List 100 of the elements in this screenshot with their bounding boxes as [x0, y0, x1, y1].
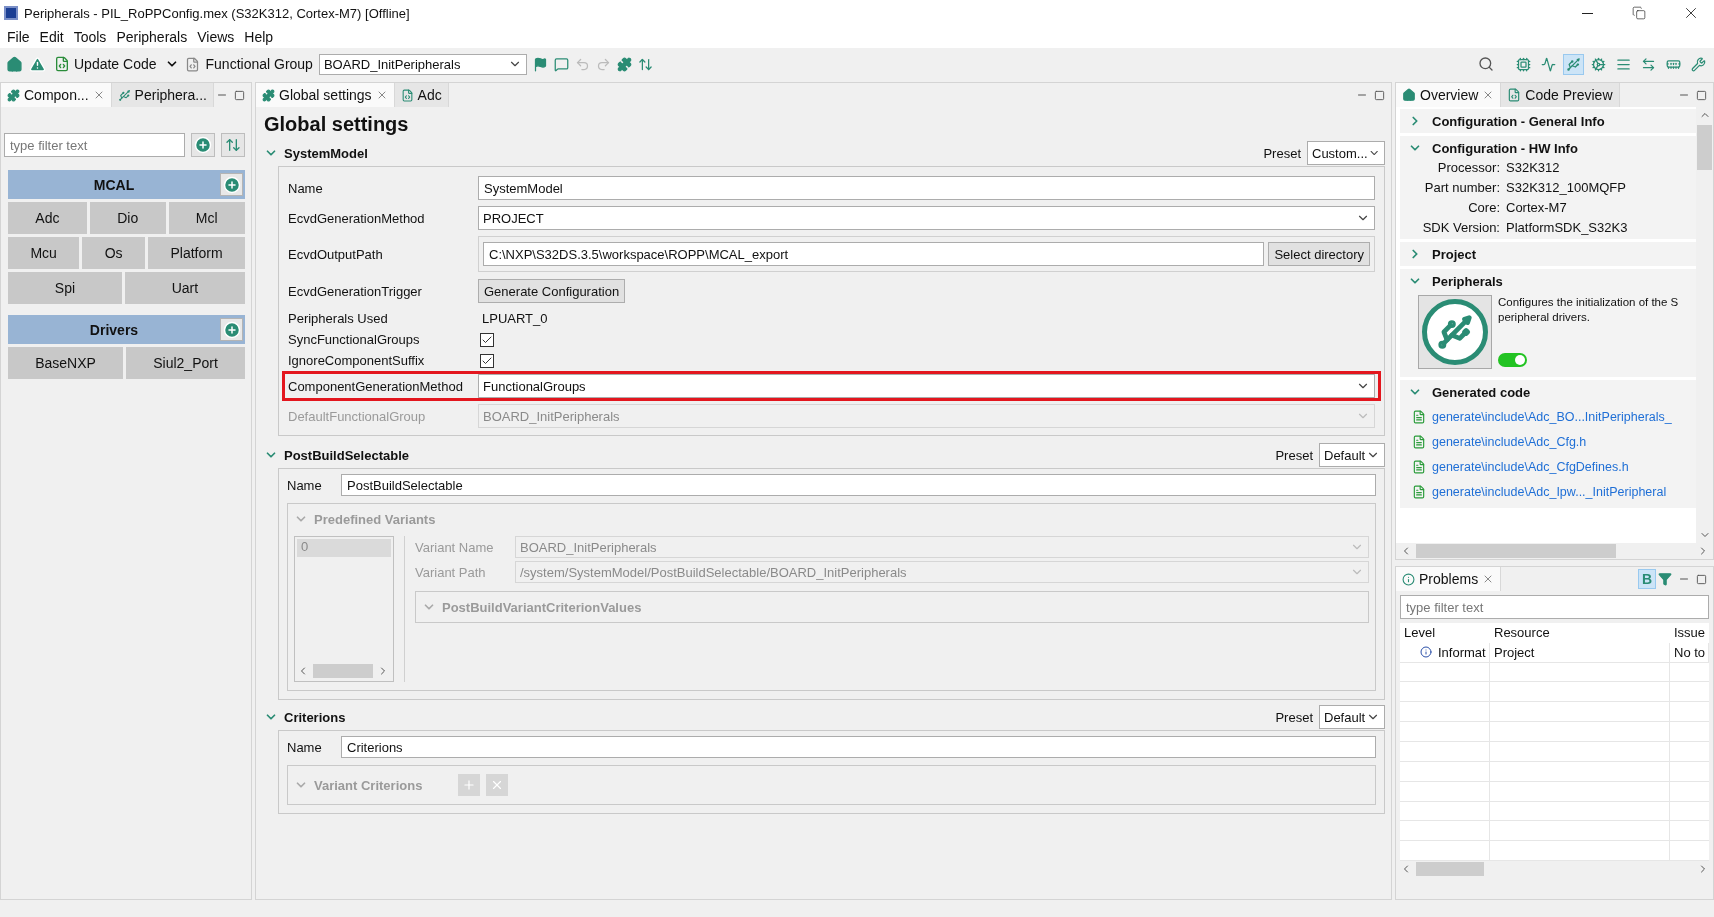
- menu-item[interactable]: Help: [239, 29, 279, 45]
- home-icon: [1402, 88, 1416, 102]
- gears-icon: [1591, 56, 1606, 72]
- path-field[interactable]: C:\NXP\S32DS.3.5\workspace\ROPP\MCAL_export: [483, 242, 1265, 266]
- file-icon: [1412, 409, 1426, 424]
- toolbar-label: Functional Group: [205, 56, 313, 72]
- puzzle-icon: [7, 88, 20, 102]
- component-button[interactable]: Mcl: [168, 202, 245, 234]
- component-button[interactable]: Os: [82, 237, 146, 269]
- add-button[interactable]: [220, 173, 243, 196]
- toggle-switch[interactable]: [1498, 353, 1527, 367]
- component-button[interactable]: Platform: [148, 237, 245, 269]
- maximize-icon[interactable]: [234, 89, 245, 101]
- dropdown[interactable]: Custom...: [1307, 141, 1385, 165]
- code-file-icon: [54, 56, 70, 72]
- panel-tab[interactable]: Periphera...: [111, 83, 214, 107]
- column-header[interactable]: Level: [1400, 623, 1490, 643]
- problems-icon: [1402, 572, 1415, 586]
- info-label: Part number:: [1423, 180, 1500, 195]
- add-button[interactable]: [220, 318, 243, 341]
- checkbox[interactable]: [480, 353, 494, 368]
- panel-tab[interactable]: Global settings: [256, 83, 395, 107]
- plus-icon: [462, 778, 477, 792]
- dropdown[interactable]: Default: [1319, 705, 1385, 729]
- sort-icon: [225, 137, 241, 153]
- panel-tab[interactable]: Compon...: [1, 83, 112, 107]
- field-label: Name: [288, 180, 324, 196]
- scroll-thumb[interactable]: [313, 664, 373, 678]
- component-button[interactable]: Spi: [8, 272, 122, 304]
- text-field[interactable]: SystemModel: [478, 176, 1375, 200]
- filter-field[interactable]: type filter text: [1400, 595, 1709, 619]
- scroll-thumb[interactable]: [1416, 862, 1484, 877]
- maximize-icon[interactable]: [1696, 573, 1707, 585]
- component-button[interactable]: Adc: [8, 202, 87, 234]
- component-button[interactable]: BaseNXP: [8, 347, 124, 379]
- select-directory-button[interactable]: Select directory: [1268, 242, 1370, 266]
- file-link[interactable]: generate\include\Adc_BO...InitPeripherals_: [1432, 409, 1672, 424]
- group-title: Drivers: [88, 321, 140, 338]
- panel-tab[interactable]: Adc: [394, 83, 449, 107]
- component-button[interactable]: Dio: [89, 202, 166, 234]
- field-label: ComponentGenerationMethod: [288, 378, 464, 394]
- warning-icon[interactable]: [29, 55, 46, 73]
- search-icon[interactable]: [1478, 56, 1494, 72]
- sort-icon[interactable]: [637, 56, 653, 72]
- field-label: Variant Name: [415, 539, 495, 555]
- panel-tab[interactable]: Problems: [1396, 567, 1502, 591]
- field-label: SyncFunctionalGroups: [288, 332, 421, 347]
- column-header[interactable]: Issue: [1670, 623, 1709, 643]
- code-file-icon[interactable]: [184, 56, 200, 72]
- section-title: Project: [1432, 246, 1477, 262]
- menu-item[interactable]: Views: [192, 29, 240, 45]
- page-title: Global settings: [264, 113, 410, 136]
- add-button[interactable]: [191, 133, 215, 157]
- scroll-thumb[interactable]: [1416, 544, 1616, 558]
- menu-item[interactable]: Tools: [68, 29, 112, 45]
- code-file-icon: [1507, 88, 1522, 102]
- sort-button[interactable]: [221, 133, 245, 157]
- maximize-icon[interactable]: [1374, 89, 1385, 101]
- text-field[interactable]: Criterions: [341, 736, 1376, 758]
- file-link[interactable]: generate\include\Adc_CfgDefines.h: [1432, 459, 1629, 474]
- dropdown[interactable]: PROJECT: [478, 206, 1375, 230]
- plus-icon: [194, 136, 212, 154]
- info-value: Cortex-M7: [1506, 200, 1568, 215]
- component-button[interactable]: Siul2_Port: [126, 347, 245, 379]
- info-value: PlatformSDK_S32K3: [1506, 220, 1629, 235]
- menu-item[interactable]: File: [2, 29, 35, 45]
- field-label: EcvdOutputPath: [288, 246, 384, 262]
- update-code-button[interactable]: Update Code: [52, 54, 159, 74]
- usb-icon: [117, 88, 131, 102]
- menu-item[interactable]: Peripherals: [111, 29, 193, 45]
- dropdown[interactable]: FunctionalGroups: [478, 374, 1375, 398]
- puzzle-icon: [262, 88, 275, 102]
- file-link[interactable]: generate\include\Adc_Cfg.h: [1432, 434, 1587, 449]
- dropdown[interactable]: Default: [1319, 443, 1385, 467]
- panel-tab[interactable]: Overview: [1396, 83, 1502, 107]
- text-field[interactable]: PostBuildSelectable: [341, 474, 1376, 496]
- puzzle-icon[interactable]: [616, 56, 632, 72]
- checkbox[interactable]: [480, 332, 494, 347]
- generate-button[interactable]: Generate Configuration: [478, 279, 626, 303]
- component-button[interactable]: Uart: [124, 272, 245, 304]
- filter-field[interactable]: type filter text: [4, 133, 185, 157]
- menu-item[interactable]: Edit: [34, 29, 69, 45]
- scroll-thumb[interactable]: [1697, 125, 1712, 170]
- filter-icon[interactable]: [1658, 572, 1672, 586]
- panel-tab[interactable]: Code Preview: [1501, 83, 1620, 107]
- home-icon[interactable]: [6, 55, 23, 73]
- maximize-icon[interactable]: [1696, 89, 1707, 101]
- file-icon: [1412, 459, 1426, 474]
- comment-icon[interactable]: [553, 56, 569, 72]
- component-button[interactable]: Mcu: [8, 237, 80, 269]
- dropdown[interactable]: BOARD_InitPeripherals: [318, 53, 527, 75]
- section-title: Generated code: [1432, 384, 1531, 400]
- app-icon: [4, 6, 18, 20]
- section-title: PostBuildVariantCriterionValues: [442, 599, 642, 615]
- column-header[interactable]: Resource: [1490, 623, 1670, 643]
- flag-icon[interactable]: [532, 56, 548, 72]
- field-label: EcvdGenerationTrigger: [288, 283, 423, 299]
- file-link[interactable]: generate\include\Adc_Ipw..._InitPeripheral: [1432, 484, 1667, 499]
- usb-button[interactable]: [1564, 54, 1583, 74]
- usb-icon: [1436, 313, 1474, 351]
